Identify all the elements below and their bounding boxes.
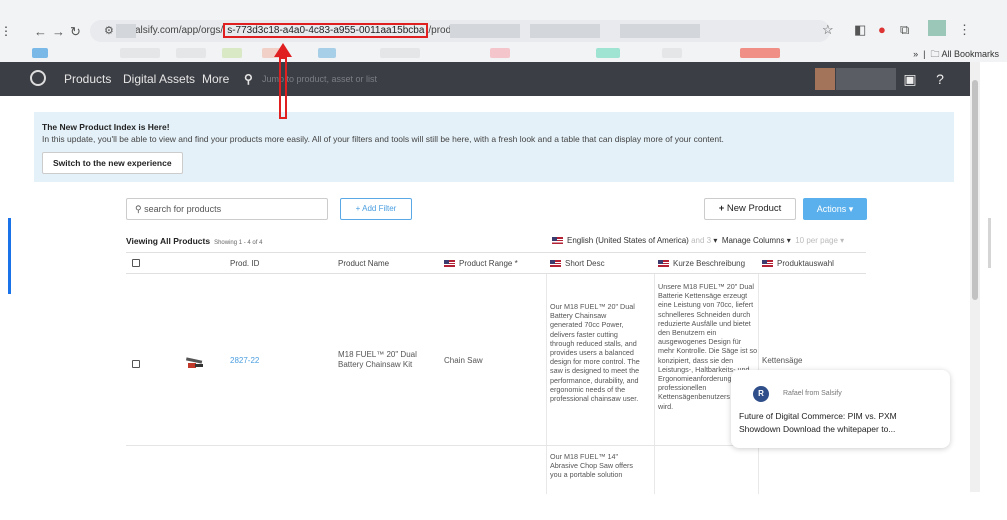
- url-domain: salsify.com/app/orgs/: [130, 25, 224, 36]
- table-row[interactable]: Our M18 FUEL™ 14" Abrasive Chop Saw offe…: [126, 446, 866, 506]
- locale-selector[interactable]: English (United States of America): [567, 236, 689, 245]
- profile-avatar[interactable]: [928, 20, 946, 36]
- scrollbar-thumb[interactable]: [972, 80, 978, 300]
- us-flag-icon: [762, 260, 773, 268]
- search-icon: ⚲: [135, 204, 142, 214]
- puzzle-icon[interactable]: ⧉: [900, 22, 909, 38]
- side-panel-icon[interactable]: ⋮: [0, 24, 12, 38]
- col-prod-id[interactable]: Prod. ID: [230, 259, 259, 268]
- per-page-select[interactable]: 10 per page: [795, 236, 838, 245]
- new-product-button[interactable]: + New Product: [704, 198, 796, 220]
- short-desc: Our M18 FUEL™ 20" Dual Battery Chainsaw …: [550, 302, 640, 404]
- chat-notification[interactable]: R Rafael from Salsify Future of Digital …: [731, 370, 950, 448]
- forward-icon[interactable]: →: [52, 24, 65, 39]
- browser-toolbar: ← → ↻ ⚙ salsify.com/app/orgs/s-773d3c18-…: [0, 0, 1007, 62]
- row-checkbox[interactable]: [132, 360, 140, 368]
- notification-sender: Rafael from Salsify: [783, 390, 842, 397]
- col-produktauswahl[interactable]: Produktauswahl: [762, 259, 834, 268]
- reload-icon[interactable]: ↻: [70, 24, 81, 40]
- us-flag-icon: [444, 260, 455, 268]
- switch-experience-button[interactable]: Switch to the new experience: [42, 152, 183, 174]
- col-short-desc-label: Short Desc: [565, 259, 605, 268]
- us-flag-icon: [552, 237, 563, 245]
- screen: ← → ↻ ⚙ salsify.com/app/orgs/s-773d3c18-…: [0, 0, 1007, 520]
- col-kurze-label: Kurze Beschreibung: [673, 259, 746, 268]
- extension-icon[interactable]: ◧: [854, 22, 866, 38]
- add-filter-button[interactable]: + Add Filter: [340, 198, 412, 220]
- all-bookmarks-label: All Bookmarks: [941, 49, 999, 59]
- back-icon[interactable]: ←: [34, 24, 47, 39]
- select-all-checkbox[interactable]: [132, 259, 140, 267]
- locale-bar: English (United States of America) and 3…: [552, 236, 844, 245]
- annotation-arrow-head: [274, 43, 292, 57]
- chevron-down-icon[interactable]: ▾: [840, 236, 844, 245]
- app-navbar: Products Digital Assets More ⚲ Jump to p…: [0, 62, 970, 96]
- us-flag-icon: [550, 260, 561, 268]
- col-produktauswahl-label: Produktauswahl: [777, 259, 834, 268]
- chevron-down-icon[interactable]: ▾: [713, 236, 717, 245]
- address-bar[interactable]: ⚙ salsify.com/app/orgs/s-773d3c18-a4a0-4…: [90, 20, 830, 42]
- menu-icon[interactable]: ⋮: [958, 22, 971, 38]
- col-kurze-beschreibung[interactable]: Kurze Beschreibung: [658, 259, 745, 268]
- star-icon[interactable]: ☆: [822, 22, 834, 38]
- actions-label: Actions: [816, 204, 847, 214]
- col-product-range[interactable]: Product Range *: [444, 259, 518, 268]
- manage-columns-button[interactable]: Manage Columns: [722, 236, 785, 245]
- side-indicator: [8, 218, 11, 294]
- banner-text: In this update, you'll be able to view a…: [42, 134, 724, 144]
- side-indicator: [988, 218, 991, 268]
- extension-icon[interactable]: ●: [878, 22, 886, 37]
- url-org-id-highlight: s-773d3c18-a4a0-4c83-a955-0011aa15bcba: [223, 23, 429, 38]
- bookmarks-bar: » | 🗀 All Bookmarks: [0, 44, 1007, 62]
- showing-count: Showing 1 - 4 of 4: [214, 240, 263, 246]
- folder-icon: 🗀: [930, 49, 940, 59]
- actions-button[interactable]: Actions ▾: [803, 198, 867, 220]
- nav-digital-assets[interactable]: Digital Assets: [123, 72, 195, 86]
- inbox-icon[interactable]: ▣: [900, 69, 920, 89]
- nav-products[interactable]: Products: [64, 72, 111, 86]
- product-range: Chain Saw: [444, 356, 483, 365]
- avatar: R: [753, 386, 769, 402]
- col-product-name[interactable]: Product Name: [338, 259, 389, 268]
- search-icon[interactable]: ⚲: [244, 72, 253, 86]
- col-product-range-label: Product Range *: [459, 259, 518, 268]
- salsify-logo-icon[interactable]: [30, 70, 46, 86]
- col-short-desc[interactable]: Short Desc: [550, 259, 605, 268]
- site-settings-icon[interactable]: ⚙: [104, 20, 114, 42]
- plus-icon: +: [718, 203, 725, 214]
- chevron-down-icon: ▾: [848, 204, 854, 214]
- product-thumbnail[interactable]: [184, 356, 206, 370]
- annotation-arrow-stem: [279, 57, 287, 119]
- us-flag-icon: [658, 260, 669, 268]
- bookmarks-overflow[interactable]: »: [913, 49, 918, 59]
- chevron-down-icon[interactable]: ▾: [787, 236, 791, 245]
- short-desc: Our M18 FUEL™ 14" Abrasive Chop Saw offe…: [550, 452, 633, 480]
- product-name: M18 FUEL™ 20" Dual Battery Chainsaw Kit: [338, 350, 417, 369]
- viewing-text: Viewing All Products: [126, 236, 211, 246]
- viewing-label: Viewing All Products Showing 1 - 4 of 4: [126, 236, 262, 246]
- new-index-banner: The New Product Index is Here! In this u…: [34, 112, 954, 182]
- banner-title: The New Product Index is Here!: [42, 122, 170, 132]
- locale-extra: and 3: [691, 236, 712, 245]
- new-product-label: New Product: [726, 203, 782, 214]
- product-search-input[interactable]: ⚲ search for products: [126, 198, 328, 220]
- produktauswahl: Kettensäge: [762, 356, 803, 365]
- table-header: Prod. ID Product Name Product Range * Sh…: [126, 252, 866, 274]
- all-bookmarks[interactable]: » | 🗀 All Bookmarks: [913, 47, 999, 63]
- notification-message[interactable]: Future of Digital Commerce: PIM vs. PXM …: [739, 410, 939, 436]
- help-icon[interactable]: ?: [930, 69, 950, 89]
- prod-id-link[interactable]: 2827-22: [230, 356, 259, 365]
- nav-more[interactable]: More: [202, 72, 229, 86]
- search-placeholder: search for products: [144, 204, 222, 214]
